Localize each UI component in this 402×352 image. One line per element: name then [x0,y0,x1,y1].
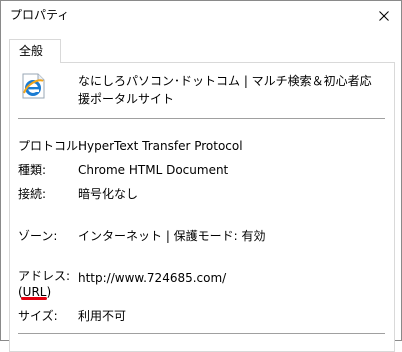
close-icon [379,11,389,21]
protocol-value: HyperText Transfer Protocol [78,139,243,153]
zone-label: ゾーン: [18,229,58,243]
internet-explorer-page-icon [19,72,47,100]
zone-value: インターネット | 保護モード: 有効 [78,229,266,243]
type-label: 種類: [18,163,47,177]
close-button[interactable] [367,1,401,31]
address-label: アドレス: [18,269,71,283]
address-value: http://www.724685.com/ [78,271,227,285]
connection-label: 接続: [18,187,47,201]
type-value: Chrome HTML Document [78,163,229,177]
footer-divider [18,333,385,334]
header-divider [18,118,385,119]
page-name: なにしろパソコン･ドットコム | マルチ検索＆初心者応援ポータルサイト [78,74,372,106]
connection-value: 暗号化なし [78,187,139,201]
tab-general-label: 全般 [19,44,44,58]
properties-dialog: プロパティ 全般 なにしろパソコン･ドットコム | マルチ検索＆初心者応援ポータ… [0,0,402,352]
size-label: サイズ: [18,309,58,323]
annotation-underline [21,297,47,300]
dialog-title: プロパティ [10,8,70,22]
title-bar[interactable]: プロパティ [1,1,401,31]
protocol-label: プロトコル: [18,139,83,153]
tab-general[interactable]: 全般 [9,39,61,63]
size-value: 利用不可 [78,309,127,323]
